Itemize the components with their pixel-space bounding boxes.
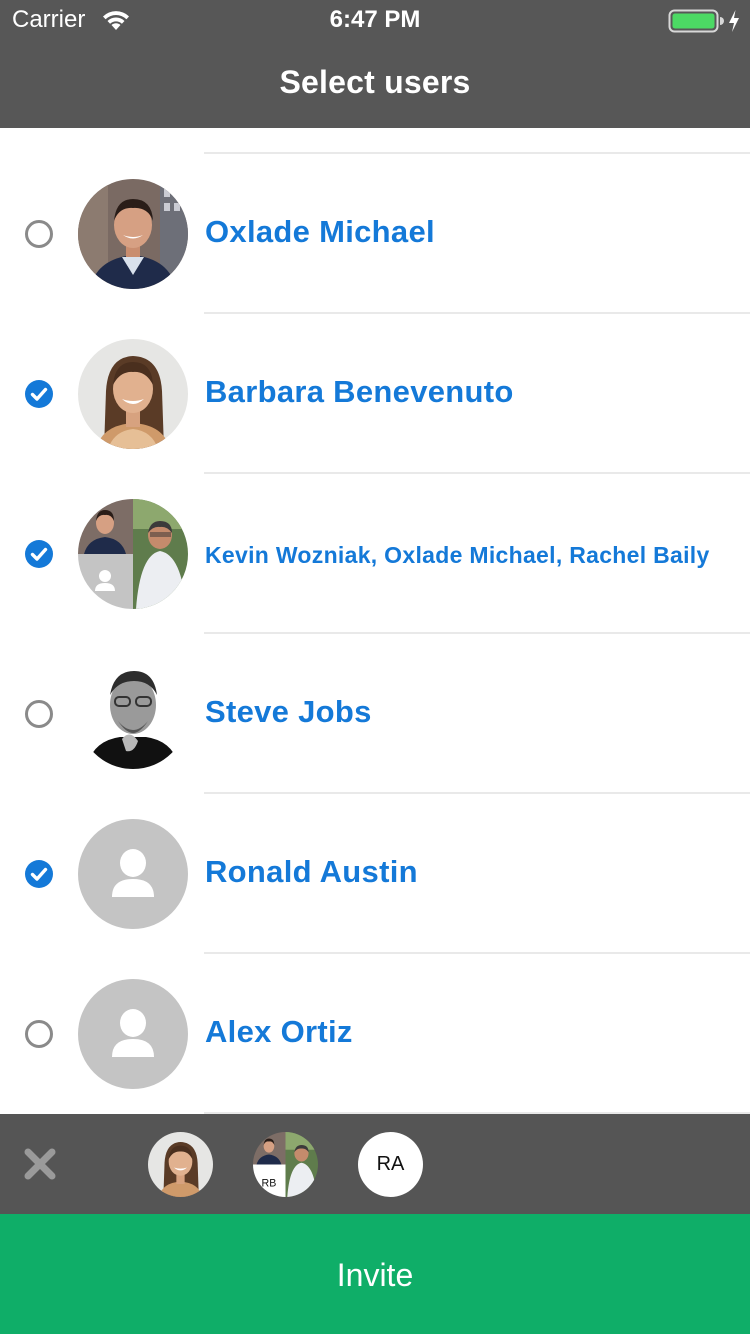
- page-title: Select users: [279, 64, 471, 100]
- placeholder-person-icon: [78, 819, 188, 929]
- user-row-oxlade-michael[interactable]: Oxlade Michael: [0, 154, 750, 314]
- unselected-radio-icon[interactable]: [25, 1020, 53, 1048]
- battery-icon: [668, 9, 724, 33]
- user-row-ronald-austin[interactable]: Ronald Austin: [0, 794, 750, 954]
- placeholder-person-icon: [78, 979, 188, 1089]
- checkmark-selected-icon[interactable]: [25, 380, 53, 408]
- avatar-photo: [78, 179, 188, 289]
- invite-button[interactable]: Invite: [0, 1214, 750, 1334]
- avatar-photo: [78, 339, 188, 449]
- unselected-radio-icon[interactable]: [25, 700, 53, 728]
- user-row-group-chat[interactable]: Kevin Wozniak, Oxlade Michael, Rachel Ba…: [0, 474, 750, 634]
- selected-user-chip[interactable]: [148, 1132, 213, 1197]
- clock-time: 6:47 PM: [329, 6, 421, 33]
- user-name: Barbara Benevenuto: [205, 374, 514, 409]
- user-name: Ronald Austin: [205, 854, 418, 889]
- group-member-names: Kevin Wozniak, Oxlade Michael, Rachel Ba…: [205, 542, 710, 568]
- user-row-alex-ortiz[interactable]: Alex Ortiz: [0, 954, 750, 1114]
- selected-initials-chip[interactable]: RA: [358, 1132, 423, 1197]
- user-list[interactable]: Oxlade Michael Barbara Benevenuto Kevin …: [0, 128, 750, 1114]
- selected-users-bar: RB RA: [0, 1114, 750, 1214]
- checkmark-selected-icon[interactable]: [25, 860, 53, 888]
- group-chip-initials: RB: [262, 1177, 277, 1189]
- group-avatar-collage: [78, 499, 188, 609]
- close-icon[interactable]: [22, 1146, 58, 1182]
- avatar-photo: [78, 659, 188, 769]
- status-bar: Carrier 6:47 PM: [0, 0, 750, 40]
- user-row-barbara-benevenuto[interactable]: Barbara Benevenuto: [0, 314, 750, 474]
- checkmark-selected-icon[interactable]: [25, 540, 53, 568]
- charging-bolt-icon: [729, 10, 739, 32]
- unselected-radio-icon[interactable]: [25, 220, 53, 248]
- navigation-header: Carrier 6:47 PM Select users: [0, 0, 750, 128]
- user-name: Alex Ortiz: [205, 1014, 353, 1049]
- selected-group-chip[interactable]: RB: [253, 1132, 318, 1197]
- app-root: Carrier 6:47 PM Select users Oxlade Mich…: [0, 0, 750, 1334]
- user-name: Steve Jobs: [205, 694, 372, 729]
- user-name: Oxlade Michael: [205, 214, 435, 249]
- user-row-steve-jobs[interactable]: Steve Jobs: [0, 634, 750, 794]
